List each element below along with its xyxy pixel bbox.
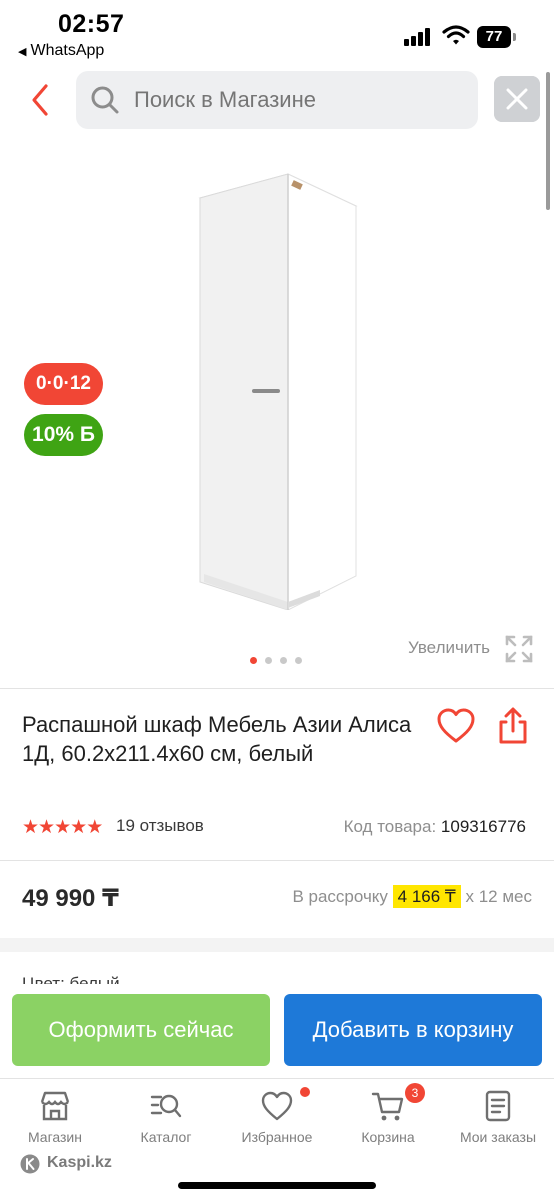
product-image-wardrobe[interactable]: [190, 170, 370, 610]
star-icon: ★: [22, 817, 39, 838]
kaspi-logo-icon: [20, 1154, 40, 1174]
orders-icon: [485, 1090, 511, 1122]
gallery-dot[interactable]: [265, 657, 272, 664]
store-icon: [40, 1091, 70, 1121]
color-option-label: Цвет: белый: [22, 974, 120, 984]
status-time: 02:57: [58, 10, 125, 38]
page-scrollbar[interactable]: [546, 72, 550, 210]
installment-amount: 4 166 ₸: [392, 885, 461, 908]
tab-label: Мои заказы: [459, 1129, 537, 1145]
installment-badge: 0·0·12: [24, 363, 103, 405]
back-to-app-link[interactable]: ◀ WhatsApp: [18, 42, 104, 60]
tab-favorites[interactable]: Избранное: [222, 1087, 332, 1153]
search-header: [0, 66, 554, 136]
back-arrow-icon[interactable]: [26, 82, 56, 118]
heart-icon: [261, 1091, 293, 1121]
search-input[interactable]: [134, 71, 464, 129]
close-search-button[interactable]: [494, 76, 540, 122]
installment-prefix: В рассрочку: [292, 887, 388, 906]
battery-indicator: 77: [477, 26, 511, 48]
product-code: Код товара: 109316776: [344, 817, 526, 837]
installment-suffix: x 12 мес: [465, 887, 533, 906]
search-box[interactable]: [76, 71, 478, 129]
product-code-value: 109316776: [440, 817, 526, 836]
gallery-dot-active[interactable]: [250, 657, 257, 664]
tab-orders[interactable]: Мои заказы: [443, 1089, 553, 1153]
wifi-icon: [442, 25, 470, 45]
reviews-link[interactable]: 19 отзывов: [116, 816, 204, 836]
star-icon: ★: [70, 817, 87, 838]
cart-icon: [371, 1092, 404, 1121]
installment-info[interactable]: В рассрочку 4 166 ₸ x 12 мес: [292, 885, 533, 908]
zoom-label: Увеличить: [408, 638, 490, 657]
tab-label: Избранное: [241, 1129, 313, 1145]
tab-cart[interactable]: 3 Корзина: [333, 1083, 443, 1153]
star-icon: ★: [86, 817, 103, 838]
divider: [0, 688, 554, 689]
gallery-pagination: [250, 657, 310, 665]
gallery-dot[interactable]: [280, 657, 287, 664]
home-indicator[interactable]: [178, 1182, 376, 1189]
kaspi-brand-text: Kaspi.kz: [47, 1154, 112, 1171]
battery-tip: [513, 33, 516, 41]
search-icon: [91, 86, 119, 114]
star-icon: ★: [38, 817, 55, 838]
tab-catalog[interactable]: Каталог: [111, 1089, 221, 1153]
cellular-signal-icon: [404, 28, 432, 46]
product-code-label: Код товара:: [343, 817, 437, 836]
product-price: 49 990 ₸: [22, 885, 119, 912]
expand-icon: [505, 635, 533, 663]
share-icon[interactable]: [496, 706, 530, 746]
tab-label: Магазин: [27, 1129, 82, 1145]
back-app-label: WhatsApp: [30, 42, 105, 59]
tab-label: Каталог: [140, 1129, 192, 1145]
star-icon: ★: [54, 817, 71, 838]
back-triangle-icon: ◀: [18, 46, 27, 58]
product-title: Распашной шкаф Мебель Азии Алиса 1Д, 60.…: [22, 712, 412, 766]
divider: [0, 860, 554, 861]
favorite-heart-icon[interactable]: [436, 706, 476, 746]
cart-count-badge: 3: [405, 1083, 425, 1103]
rating-stars: ★★★★★: [22, 816, 103, 838]
section-separator: [0, 938, 554, 952]
buy-now-button[interactable]: Оформить сейчас: [12, 994, 270, 1066]
favorites-indicator-dot: [300, 1087, 310, 1097]
tab-store[interactable]: Магазин: [0, 1089, 110, 1153]
gallery-dot[interactable]: [295, 657, 302, 664]
tab-label: Корзина: [361, 1129, 415, 1145]
catalog-search-icon: [150, 1094, 182, 1118]
status-bar: 02:57 ◀ WhatsApp 77: [0, 0, 554, 66]
add-to-cart-button[interactable]: Добавить в корзину: [284, 994, 542, 1066]
bonus-badge: 10% Б: [24, 414, 103, 456]
